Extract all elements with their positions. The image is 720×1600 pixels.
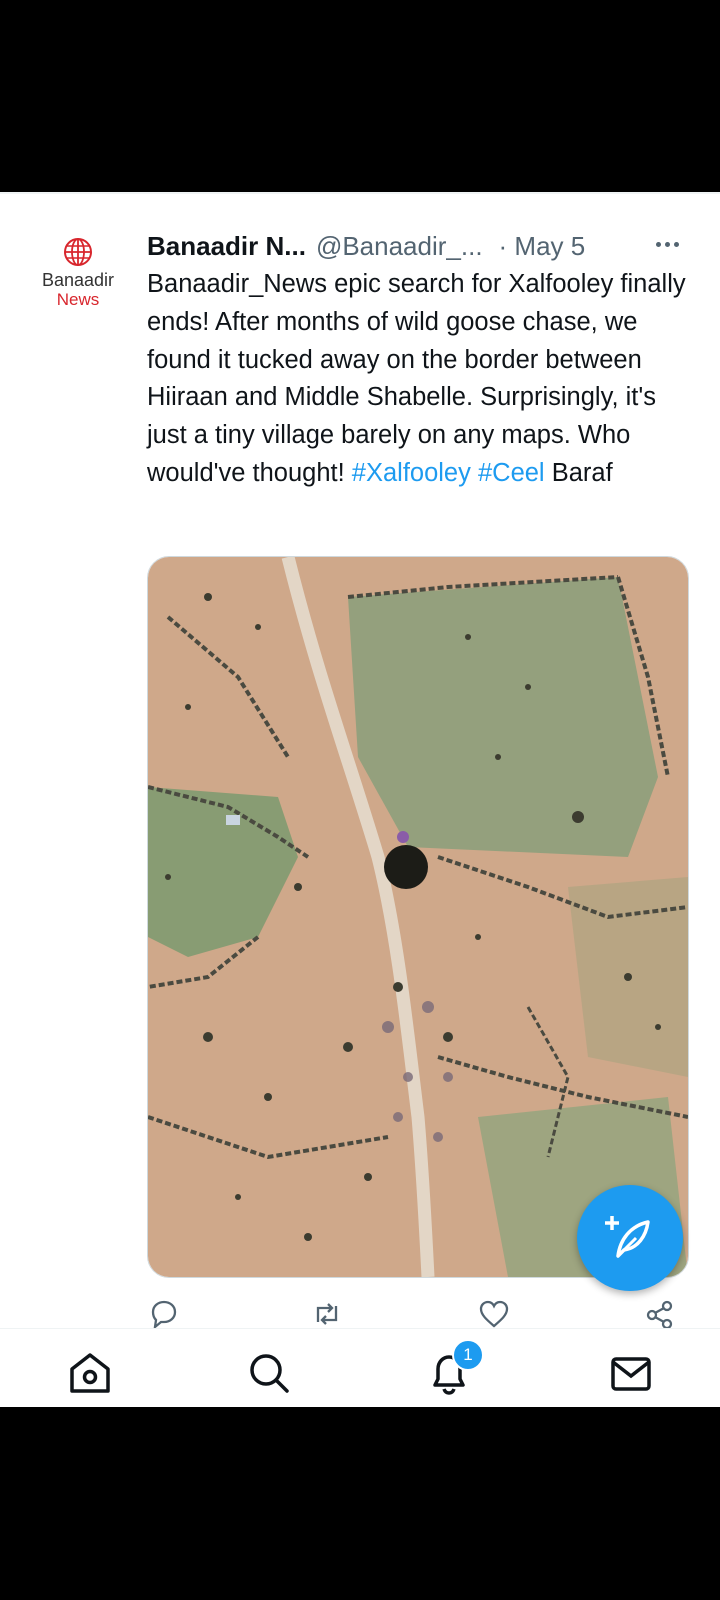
avatar[interactable]: Banaadir News xyxy=(28,236,128,316)
author-name[interactable]: Banaadir N... xyxy=(147,231,306,261)
post-header: Banaadir N... @Banaadir_... · May 5 xyxy=(147,228,692,264)
author-handle[interactable]: @Banaadir_... xyxy=(316,231,483,261)
messages-icon[interactable] xyxy=(607,1349,655,1397)
search-icon[interactable] xyxy=(245,1349,293,1397)
share-icon[interactable] xyxy=(642,1298,676,1330)
repost-icon[interactable] xyxy=(310,1298,344,1330)
avatar-brand-line2: News xyxy=(56,290,100,309)
satellite-photo xyxy=(148,557,688,1277)
app-screen: Banaadir News Banaadir N... @Banaadir_...… xyxy=(0,192,720,1407)
post-text-tail: Baraf xyxy=(551,458,613,487)
divider xyxy=(0,192,720,194)
compose-icon xyxy=(605,1216,650,1258)
notifications-badge: 1 xyxy=(452,1339,484,1371)
post-body: Banaadir_News epic search for Xalfooley … xyxy=(147,270,686,487)
status-bar-area xyxy=(0,0,720,192)
hashtag-link[interactable]: #Ceel xyxy=(478,459,545,487)
system-nav-area xyxy=(0,1407,720,1600)
avatar-brand-line1: Banaadir xyxy=(41,270,115,290)
reply-icon[interactable] xyxy=(147,1298,181,1330)
post-actions xyxy=(147,1298,692,1330)
bottom-navigation: 1 xyxy=(0,1328,720,1407)
globe-icon xyxy=(64,238,92,266)
home-icon[interactable] xyxy=(66,1349,114,1397)
post-image[interactable] xyxy=(147,556,689,1278)
hashtag-link[interactable]: #Xalfooley xyxy=(352,459,471,487)
compose-button[interactable] xyxy=(577,1185,683,1291)
post-date[interactable]: · May 5 xyxy=(499,231,586,261)
post-text: Banaadir_News epic search for Xalfooley … xyxy=(147,266,692,493)
more-options-icon[interactable] xyxy=(656,234,688,254)
like-icon[interactable] xyxy=(477,1298,511,1330)
